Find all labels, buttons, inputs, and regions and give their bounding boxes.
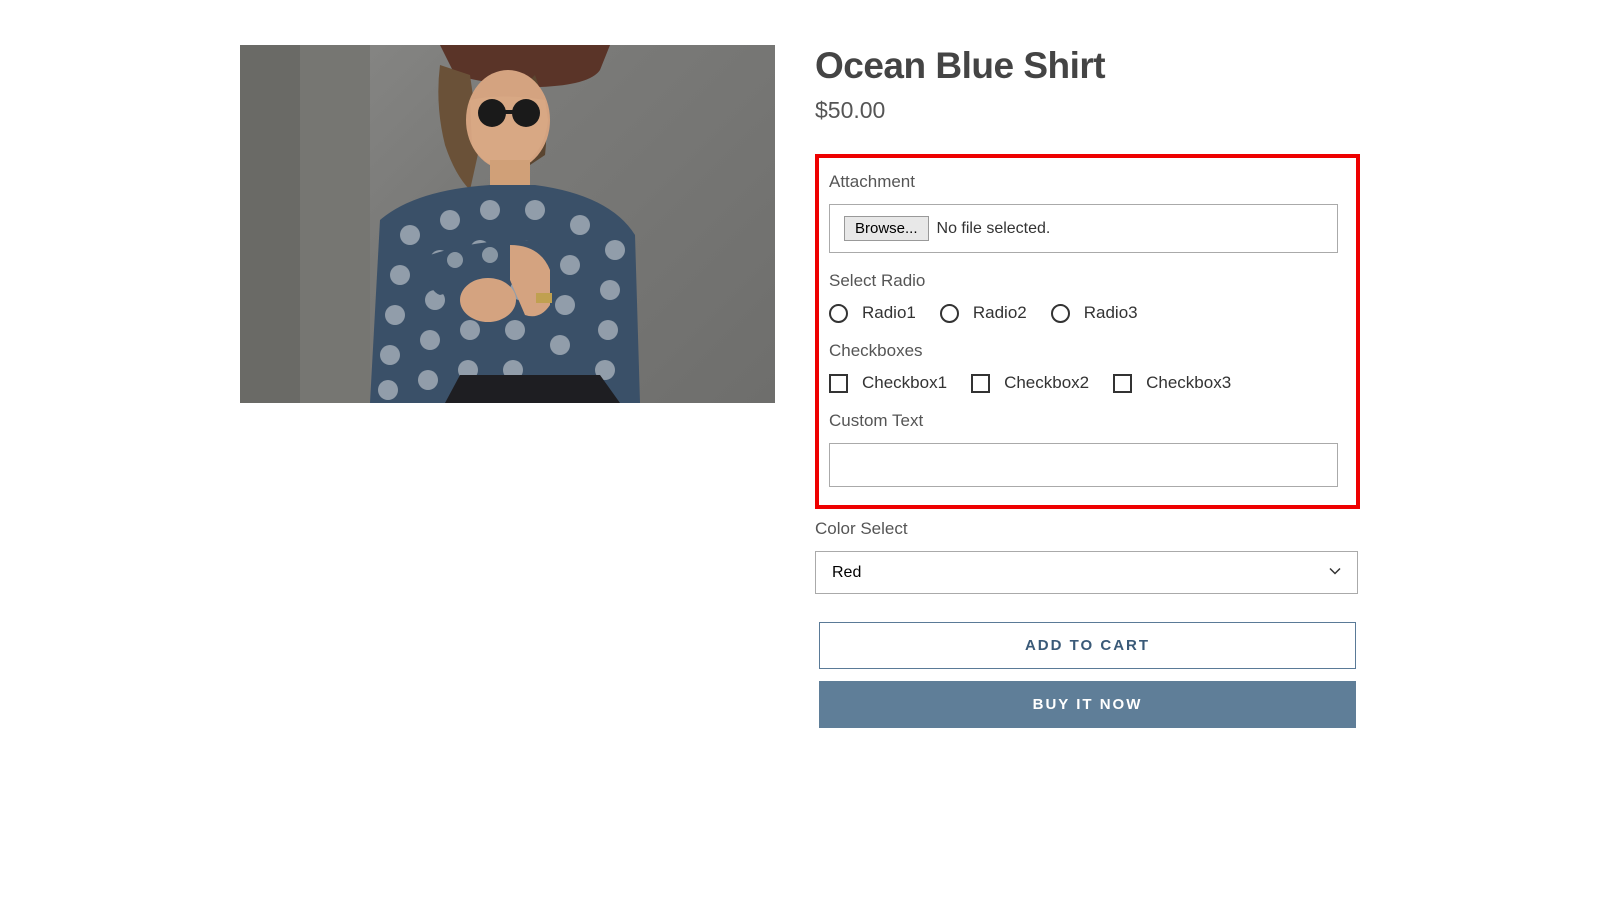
checkbox-option-2-label: Checkbox2 [1004, 373, 1089, 393]
file-input-container: Browse... No file selected. [829, 204, 1338, 253]
attachment-label: Attachment [829, 172, 1338, 192]
product-title: Ocean Blue Shirt [815, 45, 1360, 87]
checkbox-option-2[interactable] [971, 374, 990, 393]
radio-option-3[interactable] [1051, 304, 1070, 323]
radio-option-1[interactable] [829, 304, 848, 323]
custom-text-input[interactable] [829, 443, 1338, 487]
highlighted-options-box: Attachment Browse... No file selected. S… [815, 154, 1360, 509]
radio-option-1-label: Radio1 [862, 303, 916, 323]
radio-group-label: Select Radio [829, 271, 1338, 291]
radio-option-2-label: Radio2 [973, 303, 1027, 323]
custom-text-label: Custom Text [829, 411, 1338, 431]
radio-option-2[interactable] [940, 304, 959, 323]
checkbox-option-3-label: Checkbox3 [1146, 373, 1231, 393]
color-select-label: Color Select [815, 519, 1358, 539]
browse-button[interactable]: Browse... [844, 216, 929, 241]
color-select[interactable]: Red [815, 551, 1358, 594]
checkbox-group-label: Checkboxes [829, 341, 1338, 361]
checkbox-option-3[interactable] [1113, 374, 1132, 393]
checkbox-option-1[interactable] [829, 374, 848, 393]
checkbox-option-1-label: Checkbox1 [862, 373, 947, 393]
file-status-text: No file selected. [937, 220, 1051, 238]
buy-now-button[interactable]: BUY IT NOW [819, 681, 1356, 728]
product-image [240, 45, 775, 403]
add-to-cart-button[interactable]: ADD TO CART [819, 622, 1356, 669]
radio-option-3-label: Radio3 [1084, 303, 1138, 323]
product-price: $50.00 [815, 97, 1360, 124]
